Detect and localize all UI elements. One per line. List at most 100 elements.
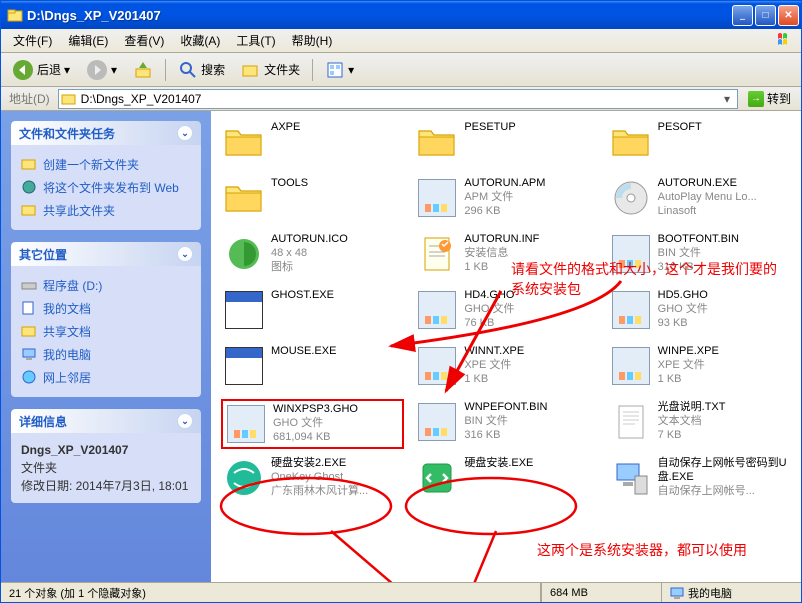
details-type: 文件夹 <box>21 459 191 477</box>
file-icon <box>223 121 265 163</box>
file-item[interactable]: TOOLS <box>221 175 404 225</box>
address-bar: 地址(D) D:\Dngs_XP_V201407 ▾ → 转到 <box>1 87 801 111</box>
up-button[interactable] <box>126 56 160 84</box>
file-item[interactable]: HD4.GHOGHO 文件76 KB <box>414 287 597 337</box>
collapse-icon[interactable]: ⌄ <box>177 125 193 141</box>
file-icon <box>610 177 652 219</box>
file-item[interactable]: WINNT.XPEXPE 文件1 KB <box>414 343 597 393</box>
file-item[interactable]: 硬盘安装.EXE <box>414 455 597 505</box>
file-label: HD5.GHOGHO 文件93 KB <box>658 289 708 330</box>
folder-new-icon <box>21 156 37 172</box>
menu-file[interactable]: 文件(F) <box>5 29 60 52</box>
task-publish[interactable]: 将这个文件夹发布到 Web <box>21 176 191 199</box>
file-icon <box>225 403 267 445</box>
file-item[interactable]: WINPE.XPEXPE 文件1 KB <box>608 343 791 393</box>
chevron-down-icon[interactable]: ▾ <box>719 92 735 106</box>
file-icon <box>223 289 265 331</box>
details-name: Dngs_XP_V201407 <box>21 441 191 459</box>
windows-flag-icon <box>777 32 795 52</box>
menu-help[interactable]: 帮助(H) <box>284 29 341 52</box>
panel-title: 文件和文件夹任务 <box>19 125 115 142</box>
file-label: TOOLS <box>271 177 308 191</box>
dropdown-icon: ▾ <box>64 63 70 77</box>
folder-icon <box>7 7 23 23</box>
menu-tools[interactable]: 工具(T) <box>228 29 283 52</box>
file-label: MOUSE.EXE <box>271 345 336 359</box>
file-icon <box>416 457 458 499</box>
network-icon <box>21 369 37 385</box>
file-item[interactable]: BOOTFONT.BINBIN 文件316 KB <box>608 231 791 281</box>
maximize-button[interactable]: □ <box>755 5 776 26</box>
file-item[interactable]: AUTORUN.EXEAutoPlay Menu Lo...Linasoft <box>608 175 791 225</box>
file-item[interactable]: AUTORUN.ICO48 x 48图标 <box>221 231 404 281</box>
task-new-folder[interactable]: 创建一个新文件夹 <box>21 153 191 176</box>
panel-title: 其它位置 <box>19 246 67 263</box>
panel-header[interactable]: 详细信息 ⌄ <box>11 409 201 433</box>
status-bar: 21 个对象 (加 1 个隐藏对象) 684 MB 我的电脑 <box>1 582 801 602</box>
file-item[interactable]: 光盘说明.TXT文本文档7 KB <box>608 399 791 449</box>
file-icon <box>610 345 652 387</box>
panel-header[interactable]: 其它位置 ⌄ <box>11 242 201 266</box>
file-item[interactable]: AXPE <box>221 119 404 169</box>
share-icon <box>21 202 37 218</box>
file-icon <box>416 289 458 331</box>
file-item[interactable]: GHOST.EXE <box>221 287 404 337</box>
place-my-documents[interactable]: 我的文档 <box>21 297 191 320</box>
menu-view[interactable]: 查看(V) <box>116 29 172 52</box>
file-label: 自动保存上网帐号密码到U盘.EXE自动保存上网帐号... <box>658 457 789 498</box>
folders-button[interactable]: 文件夹 <box>234 56 307 84</box>
file-item[interactable]: WINXPSP3.GHOGHO 文件681,094 KB <box>221 399 404 449</box>
file-item[interactable]: HD5.GHOGHO 文件93 KB <box>608 287 791 337</box>
file-icon <box>416 345 458 387</box>
go-button[interactable]: → 转到 <box>742 90 797 107</box>
file-icon <box>610 457 652 499</box>
file-icon <box>610 121 652 163</box>
file-item[interactable]: AUTORUN.INF安装信息1 KB <box>414 231 597 281</box>
status-location: 我的电脑 <box>661 583 801 602</box>
file-item[interactable]: AUTORUN.APMAPM 文件296 KB <box>414 175 597 225</box>
views-button[interactable]: ▾ <box>318 56 361 84</box>
annotation-text: 这两个是系统安装器，都可以使用 <box>537 540 747 560</box>
file-item[interactable]: 自动保存上网帐号密码到U盘.EXE自动保存上网帐号... <box>608 455 791 505</box>
globe-icon <box>21 179 37 195</box>
task-share[interactable]: 共享此文件夹 <box>21 199 191 222</box>
file-label: BOOTFONT.BINBIN 文件316 KB <box>658 233 739 274</box>
menu-edit[interactable]: 编辑(E) <box>60 29 116 52</box>
menubar: 文件(F) 编辑(E) 查看(V) 收藏(A) 工具(T) 帮助(H) <box>1 29 801 53</box>
file-item[interactable]: MOUSE.EXE <box>221 343 404 393</box>
file-item[interactable]: WNPEFONT.BINBIN 文件316 KB <box>414 399 597 449</box>
place-shared-docs[interactable]: 共享文档 <box>21 320 191 343</box>
file-label: 光盘说明.TXT文本文档7 KB <box>658 401 726 442</box>
minimize-button[interactable]: _ <box>732 5 753 26</box>
toolbar-sep <box>312 59 313 81</box>
forward-button[interactable]: ▾ <box>79 55 124 85</box>
address-combo[interactable]: D:\Dngs_XP_V201407 ▾ <box>58 89 738 109</box>
computer-icon <box>21 346 37 362</box>
menu-favorites[interactable]: 收藏(A) <box>172 29 228 52</box>
place-network[interactable]: 网上邻居 <box>21 366 191 389</box>
file-list[interactable]: AXPEPESETUPPESOFT TOOLS AUTORUN.APMAPM 文件2… <box>211 111 801 582</box>
collapse-icon[interactable]: ⌄ <box>177 413 193 429</box>
titlebar[interactable]: D:\Dngs_XP_V201407 _ □ ✕ <box>1 1 801 29</box>
back-button[interactable]: 后退 ▾ <box>5 55 77 85</box>
documents-icon <box>21 300 37 316</box>
file-label: HD4.GHOGHO 文件76 KB <box>464 289 514 330</box>
place-drive-d[interactable]: 程序盘 (D:) <box>21 274 191 297</box>
file-icon <box>223 233 265 275</box>
place-my-computer[interactable]: 我的电脑 <box>21 343 191 366</box>
file-icon <box>610 401 652 443</box>
file-item[interactable]: PESOFT <box>608 119 791 169</box>
content-area: 文件和文件夹任务 ⌄ 创建一个新文件夹 将这个文件夹发布到 Web 共享此文件夹… <box>1 111 801 582</box>
search-button[interactable]: 搜索 <box>171 56 232 84</box>
file-label: WINPE.XPEXPE 文件1 KB <box>658 345 719 386</box>
file-icon <box>610 289 652 331</box>
file-icon <box>416 401 458 443</box>
panel-header[interactable]: 文件和文件夹任务 ⌄ <box>11 121 201 145</box>
file-label: WINXPSP3.GHOGHO 文件681,094 KB <box>273 403 358 444</box>
collapse-icon[interactable]: ⌄ <box>177 246 193 262</box>
status-size: 684 MB <box>541 583 661 602</box>
close-button[interactable]: ✕ <box>778 5 799 26</box>
file-item[interactable]: PESETUP <box>414 119 597 169</box>
file-label: AUTORUN.ICO48 x 48图标 <box>271 233 348 274</box>
file-item[interactable]: 硬盘安装2.EXEOneKey Ghost广东雨林木风计算... <box>221 455 404 505</box>
